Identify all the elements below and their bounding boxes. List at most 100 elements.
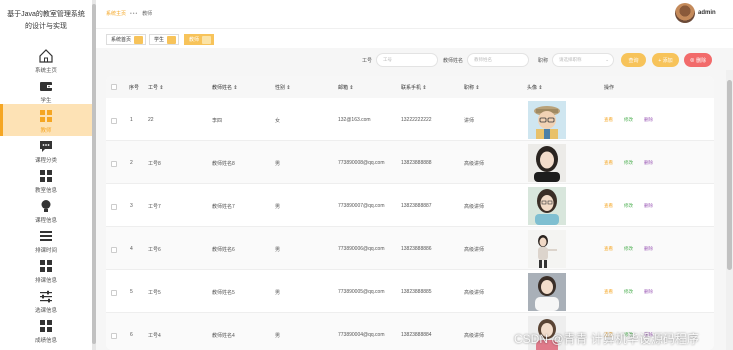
sidebar-item-selection[interactable]: 选课信息 [0,284,92,316]
breadcrumb: 系统主页 ••• 教师 [106,10,153,18]
cell-name: 教师姓名5 [212,290,235,296]
home-icon [38,48,54,64]
sidebar-item-student[interactable]: 学生 [0,74,92,106]
top-bar: 系统主页 ••• 教师 admin [96,0,733,28]
cell-gender: 男 [275,161,281,167]
view-link[interactable]: 查看 [604,289,613,295]
cell-id: 工号7 [148,204,161,210]
table-row: 2 工号8 教师姓名8 男 773890008@qq.com 138238888… [106,141,714,184]
tab-student[interactable]: 学生 [149,34,180,45]
query-button[interactable]: 查询 [621,53,646,67]
cell-name: 教师姓名7 [212,204,235,210]
table-row: 4 工号6 教师姓名6 男 773890006@qq.com 138238888… [106,227,714,270]
cell-no: 5 [130,289,133,295]
header-title[interactable]: 职称 ⇕ [464,84,480,91]
select-all-checkbox[interactable] [111,84,117,90]
cell-email: 773890008@qq.com [338,160,385,166]
row-checkbox[interactable] [111,290,117,296]
breadcrumb-home[interactable]: 系统主页 [106,10,126,17]
search-name-input[interactable]: 教师姓名 [467,53,530,67]
cell-phone: 13222222222 [401,117,432,123]
cell-email: 773890006@qq.com [338,246,385,252]
sidebar-item-label: 学生 [40,98,52,104]
search-id-input[interactable]: 工号 [376,53,439,67]
close-icon[interactable] [202,35,212,44]
sidebar-item-schedule[interactable]: 排课信息 [0,254,92,286]
sidebar-item-course-category[interactable]: 课程分类 [0,134,92,166]
search-id-group: 工号 工号 [362,53,439,67]
sidebar-item-label: 课程信息 [34,218,57,224]
close-icon[interactable] [167,35,177,44]
cell-no: 3 [130,203,133,209]
user-name[interactable]: admin [698,10,716,16]
grid-icon [38,168,54,184]
header-phone[interactable]: 联系手机 ⇕ [401,84,427,91]
search-id-label: 工号 [362,57,373,64]
grid-icon [38,258,54,274]
delete-link[interactable]: 删除 [644,117,653,123]
cell-title: 高级讲师 [464,290,485,296]
tab-home[interactable]: 系统首页 [106,34,147,45]
cell-gender: 男 [275,290,281,296]
cell-name: 教师姓名6 [212,247,235,253]
cell-gender: 男 [275,204,281,210]
title-select-placeholder: 请选择职称 [559,57,582,62]
edit-link[interactable]: 修改 [624,203,633,209]
add-button[interactable]: + 添加 [652,53,679,67]
sliders-icon [38,288,54,304]
row-checkbox[interactable] [111,161,117,167]
tab-teacher[interactable]: 教师 [184,34,215,45]
avatar[interactable] [675,3,695,23]
cell-title: 高级讲师 [464,247,485,253]
close-icon[interactable] [134,35,144,44]
row-checkbox[interactable] [111,204,117,210]
cell-name: 教师姓名8 [212,161,235,167]
edit-link[interactable]: 修改 [624,160,633,166]
header-avatar[interactable]: 头像 ⇕ [527,84,543,91]
watermark: CSDN @青青 计算机毕设源码程序 [514,332,699,346]
row-checkbox[interactable] [111,118,117,124]
sidebar-item-schedule-time[interactable]: 排课时间 [0,224,92,256]
sidebar-item-teacher[interactable]: 教师 [0,104,92,136]
sidebar-item-classroom[interactable]: 教室信息 [0,164,92,196]
view-link[interactable]: 查看 [604,160,613,166]
cell-phone: 13823888886 [401,246,432,252]
scrollbar-thumb[interactable] [727,80,732,270]
cell-no: 6 [130,332,133,338]
table-row: 5 工号5 教师姓名5 男 773890005@qq.com 138238888… [106,270,714,313]
edit-link[interactable]: 修改 [624,117,633,123]
edit-link[interactable]: 修改 [624,289,633,295]
view-link[interactable]: 查看 [604,203,613,209]
cell-gender: 女 [275,118,281,124]
delete-link[interactable]: 删除 [644,289,653,295]
row-checkbox[interactable] [111,333,117,339]
breadcrumb-current: 教师 [142,11,153,17]
view-link[interactable]: 查看 [604,246,613,252]
header-gender[interactable]: 性别 ⇕ [275,84,291,91]
cell-name: 教师姓名4 [212,333,235,339]
tab-label: 教师 [189,37,200,43]
view-link[interactable]: 查看 [604,117,613,123]
delete-link[interactable]: 删除 [644,203,653,209]
row-checkbox[interactable] [111,247,117,253]
delete-link[interactable]: 删除 [644,246,653,252]
title-select[interactable]: 请选择职称 ⌄ [552,53,615,67]
sidebar-item-grades[interactable]: 成绩信息 [0,314,92,346]
header-actions: 操作 [604,85,615,91]
delete-link[interactable]: 删除 [644,160,653,166]
teacher-table: 序号 工号 ⇕ 教师姓名 ⇕ 性别 ⇕ 邮箱 ⇕ 联系手机 ⇕ 职称 ⇕ 头像 … [106,76,714,350]
sidebar-item-home[interactable]: 系统主页 [0,44,92,76]
delete-button[interactable]: ⊗ 删除 [684,53,712,67]
cell-id: 工号8 [148,161,161,167]
header-email[interactable]: 邮箱 ⇕ [338,84,354,91]
header-id[interactable]: 工号 ⇕ [148,84,164,91]
tab-label: 系统首页 [111,37,132,43]
edit-link[interactable]: 修改 [624,246,633,252]
header-name[interactable]: 教师姓名 ⇕ [212,84,238,91]
cell-no: 4 [130,246,133,252]
sidebar-item-label: 成绩信息 [34,338,57,344]
main-scrollbar[interactable] [726,70,733,350]
sidebar-item-course[interactable]: 课程信息 [0,194,92,226]
sidebar-item-label: 教室信息 [34,188,57,194]
app-title-line2: 的设计与实现 [25,23,67,30]
